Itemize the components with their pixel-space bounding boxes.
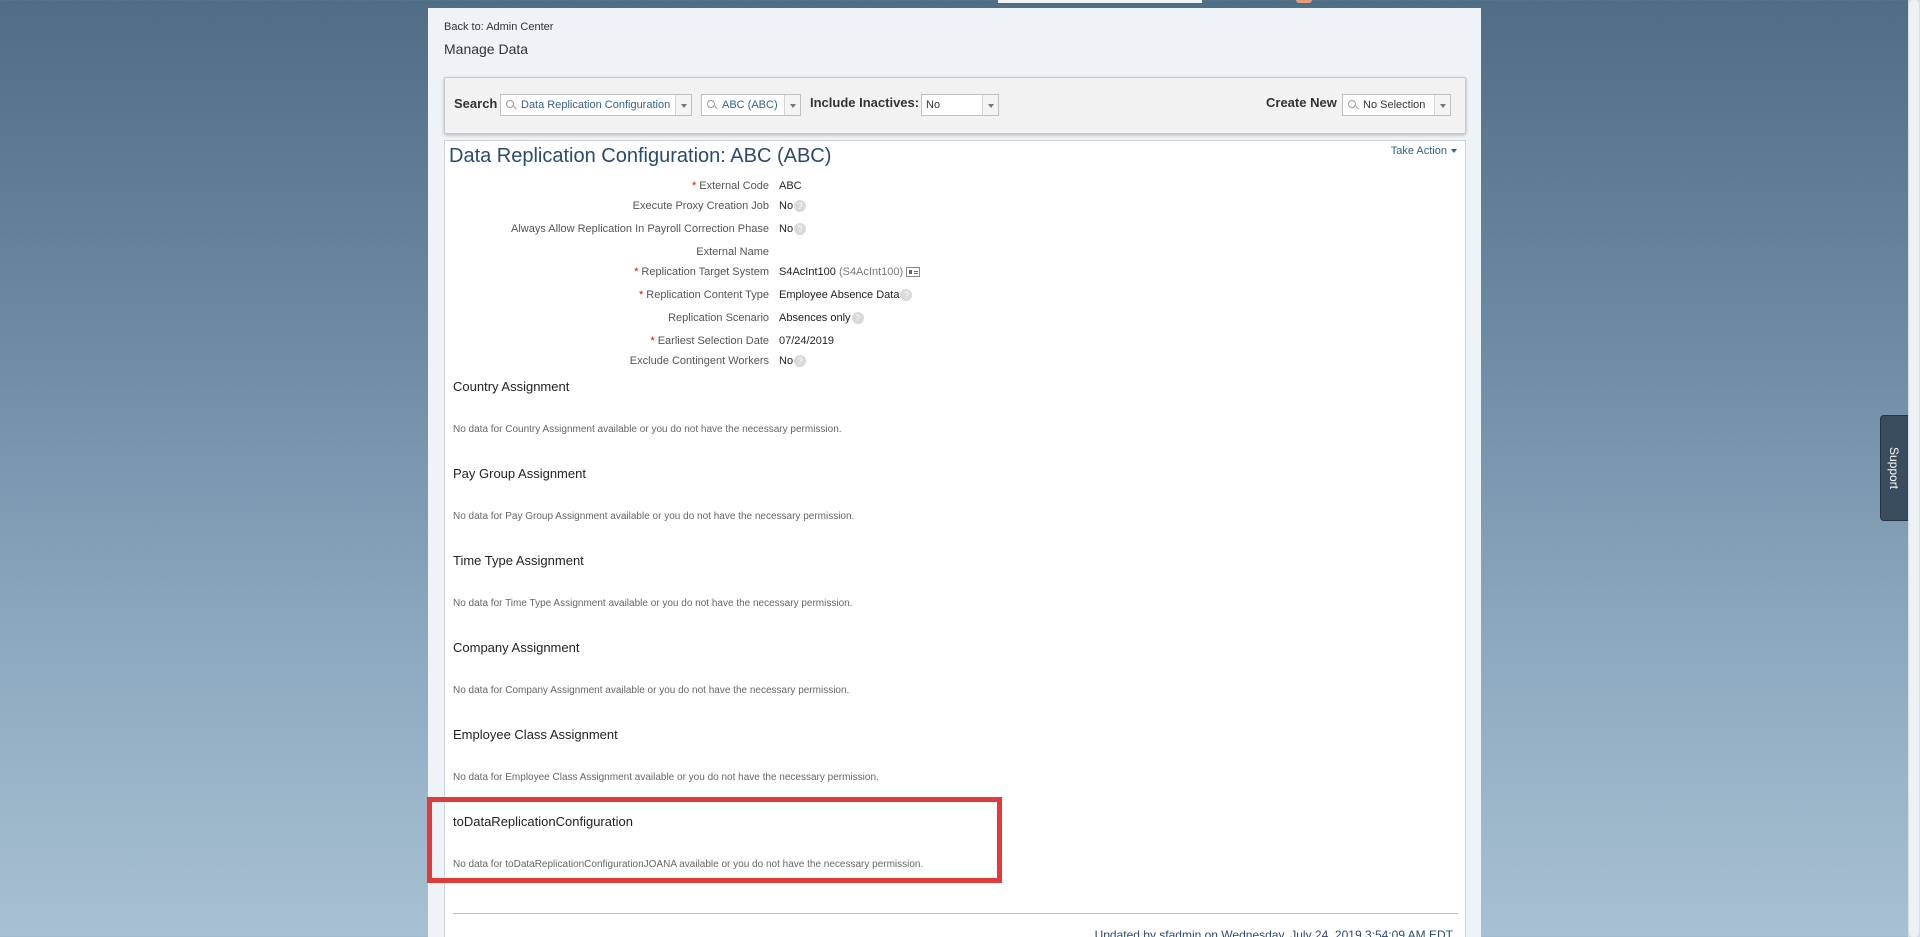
object-instance-combobox[interactable]: ABC (ABC)	[701, 94, 801, 116]
field-label-text: Replication Scenario	[668, 312, 769, 324]
footer-divider	[453, 913, 1458, 914]
caret-down-icon	[1451, 149, 1457, 154]
section-title-employee-class-assignment: Employee Class Assignment	[453, 727, 618, 742]
help-icon[interactable]: ?	[851, 312, 864, 325]
business-card-icon[interactable]	[906, 267, 921, 278]
take-action-label: Take Action	[1390, 145, 1447, 157]
top-bar-avatar-edge	[1296, 0, 1312, 3]
field-label-text: Replication Target System	[641, 266, 769, 278]
create-new-value: No Selection	[1363, 99, 1426, 111]
updated-by-text: Updated by sfadmin on Wednesday, July 24…	[1094, 928, 1453, 937]
highlight-annotation-box	[427, 797, 1002, 883]
field-label-text: Execute Proxy Creation Job	[632, 200, 769, 212]
field-label-text: Exclude Contingent Workers	[629, 355, 769, 367]
required-marker: *	[692, 180, 697, 192]
field-label: * Replication Target System	[445, 266, 769, 278]
object-instance-value: ABC (ABC)	[722, 99, 778, 111]
field-external-code: * External Code ABC	[445, 180, 1445, 196]
field-label-text: External Name	[696, 246, 769, 258]
include-inactives-label: Include Inactives:	[810, 95, 920, 110]
search-icon	[1346, 98, 1360, 112]
field-value-secondary: (S4AcInt100)	[838, 266, 904, 278]
section-title-country-assignment: Country Assignment	[453, 379, 570, 394]
support-tab[interactable]: Support	[1880, 415, 1908, 521]
field-value-wrap: No?	[779, 355, 807, 368]
help-icon[interactable]: ?	[794, 223, 807, 236]
field-value: No	[779, 200, 794, 212]
object-type-combobox[interactable]: Data Replication Configuration	[500, 94, 692, 116]
chevron-down-icon[interactable]	[784, 95, 800, 115]
back-to-admin-center-link[interactable]: Back to: Admin Center	[444, 21, 553, 33]
field-value: Absences only	[779, 312, 851, 324]
create-new-label: Create New	[1266, 95, 1337, 110]
field-label-text: Always Allow Replication In Payroll Corr…	[510, 223, 769, 235]
field-label: * Earliest Selection Date	[445, 335, 769, 347]
field-label-text: External Code	[699, 180, 769, 192]
field-value: No	[779, 223, 794, 235]
search-label: Search	[454, 96, 498, 111]
field-external-name: External Name	[445, 246, 1445, 262]
required-marker: *	[650, 335, 655, 347]
field-always-allow-replication: Always Allow Replication In Payroll Corr…	[445, 223, 1445, 239]
search-icon	[705, 98, 719, 112]
field-value-wrap: S4AcInt100 (S4AcInt100)	[779, 266, 921, 278]
field-value-wrap: No?	[779, 200, 807, 213]
search-icon	[504, 98, 518, 112]
field-value: ABC	[779, 180, 802, 192]
field-value-wrap: Employee Absence Data?	[779, 289, 913, 302]
help-icon[interactable]: ?	[794, 355, 807, 368]
field-value-wrap: No?	[779, 223, 807, 236]
help-icon[interactable]: ?	[794, 200, 807, 213]
required-marker: *	[634, 266, 639, 278]
help-icon[interactable]: ?	[900, 289, 913, 302]
section-title-time-type-assignment: Time Type Assignment	[453, 553, 584, 568]
field-value-wrap: Absences only?	[779, 312, 864, 325]
section-message: No data for Time Type Assignment availab…	[453, 598, 853, 609]
create-new-combobox[interactable]: No Selection	[1342, 94, 1451, 116]
field-replication-content-type: * Replication Content Type Employee Absen…	[445, 289, 1445, 305]
field-exclude-contingent-workers: Exclude Contingent Workers No?	[445, 355, 1445, 371]
record-title: Data Replication Configuration: ABC (ABC…	[449, 145, 832, 167]
field-label: * Replication Content Type	[445, 289, 769, 301]
field-value: No	[779, 355, 794, 367]
field-value: S4AcInt100	[779, 266, 836, 278]
field-value: Employee Absence Data	[779, 289, 900, 301]
field-label-text: Replication Content Type	[646, 289, 769, 301]
section-message: No data for Company Assignment available…	[453, 685, 850, 696]
field-replication-target-system: * Replication Target System S4AcInt100 (S…	[445, 266, 1445, 282]
section-message: No data for Employee Class Assignment av…	[453, 772, 879, 783]
chevron-down-icon[interactable]	[982, 95, 998, 115]
section-message: No data for Country Assignment available…	[453, 424, 842, 435]
include-inactives-select[interactable]: No	[921, 94, 999, 116]
field-replication-scenario: Replication Scenario Absences only?	[445, 312, 1445, 328]
field-label-text: Earliest Selection Date	[657, 335, 769, 347]
include-inactives-value: No	[926, 99, 941, 111]
section-message: No data for Pay Group Assignment availab…	[453, 511, 855, 522]
scrollbar-thumb[interactable]	[1909, 0, 1919, 937]
support-tab-label: Support	[1887, 446, 1902, 490]
chevron-down-icon[interactable]	[675, 95, 691, 115]
section-title-company-assignment: Company Assignment	[453, 640, 580, 655]
search-bar: Search Data Replication Configuration AB…	[444, 77, 1466, 134]
required-marker: *	[639, 289, 644, 301]
take-action-menu[interactable]: Take Action	[1391, 145, 1457, 157]
field-value: 07/24/2019	[779, 335, 835, 347]
object-type-value: Data Replication Configuration	[521, 99, 671, 111]
field-earliest-selection-date: * Earliest Selection Date 07/24/2019	[445, 335, 1445, 351]
chevron-down-icon[interactable]	[1434, 95, 1450, 115]
top-bar-strip	[998, 0, 1202, 3]
page-title: Manage Data	[444, 41, 529, 57]
section-title-pay-group-assignment: Pay Group Assignment	[453, 466, 586, 481]
field-execute-proxy-creation-job: Execute Proxy Creation Job No?	[445, 200, 1445, 216]
vertical-scrollbar[interactable]	[1908, 0, 1920, 937]
field-label: * External Code	[445, 180, 769, 192]
